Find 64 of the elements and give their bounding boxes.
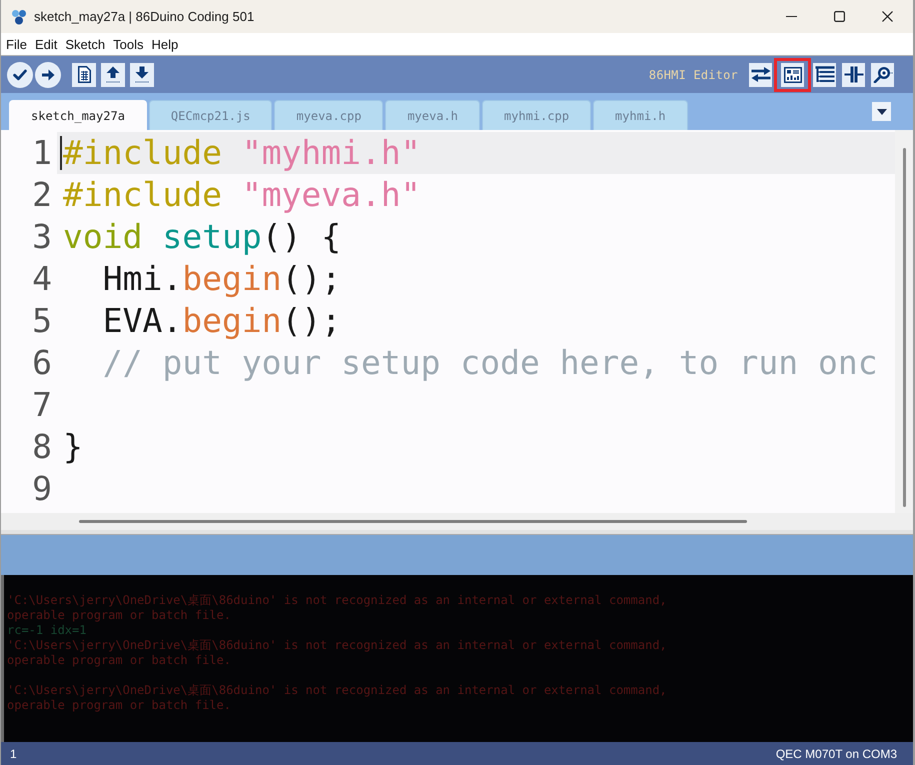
app-logo-icon xyxy=(11,8,27,24)
split-view-button[interactable] xyxy=(842,62,865,86)
split-bars-icon xyxy=(844,66,864,83)
new-sketch-button[interactable] xyxy=(72,62,96,86)
menu-item[interactable]: File xyxy=(4,36,29,52)
console-line: 'C:\Users\jerry\OneDrive\桌面\86duino' is not recognized as an internal or external command, xyxy=(7,593,668,608)
scrollbar-thumb[interactable] xyxy=(902,148,906,507)
save-button[interactable] xyxy=(130,62,154,86)
line-number: 7 xyxy=(31,384,53,426)
verify-button[interactable] xyxy=(7,62,33,88)
menu-item[interactable]: Sketch xyxy=(63,36,108,52)
console-line: 'C:\Users\jerry\OneDrive\桌面\86duino' is not recognized as an internal or external command, xyxy=(7,683,668,698)
line-number: 5 xyxy=(31,300,53,342)
hmi-editor-button[interactable] xyxy=(781,62,804,86)
line-number: 3 xyxy=(31,216,53,258)
caret-down-icon xyxy=(876,108,886,114)
line-number: 1 xyxy=(31,132,53,174)
line-number: 6 xyxy=(31,342,53,384)
tab-menu-button[interactable] xyxy=(872,102,891,121)
arrow-down-icon xyxy=(135,66,149,83)
text-cursor xyxy=(60,136,62,170)
arrow-right-icon xyxy=(41,68,55,80)
upload-button[interactable] xyxy=(35,62,61,88)
console-line: operable program or batch file. xyxy=(7,653,232,668)
check-icon xyxy=(13,68,27,80)
close-icon xyxy=(882,11,892,22)
file-tab[interactable]: sketch_may27a xyxy=(9,100,147,130)
horizontal-scrollbar[interactable] xyxy=(1,513,913,530)
window-layout-icon xyxy=(784,66,802,82)
code-line: void setup() { xyxy=(63,216,342,258)
maximize-icon xyxy=(834,11,844,22)
code-line: #include "myhmi.h" xyxy=(63,132,421,174)
console-line: operable program or batch file. xyxy=(7,608,232,623)
open-button[interactable] xyxy=(101,62,125,86)
serial-monitor-button[interactable] xyxy=(871,62,894,86)
minimize-icon xyxy=(786,16,796,17)
console-line: rc=-1 idx=1 xyxy=(7,623,88,638)
arrow-up-icon xyxy=(106,66,120,83)
vertical-scrollbar[interactable] xyxy=(895,130,913,513)
scrollbar-thumb[interactable] xyxy=(79,520,747,523)
code-line: } xyxy=(63,426,83,468)
line-number: 8 xyxy=(31,426,53,468)
console-line: operable program or batch file. xyxy=(7,698,232,713)
outline-button[interactable] xyxy=(813,62,836,86)
swap-arrows-icon xyxy=(750,67,770,82)
board-port-label: QEC M070T on COM3 xyxy=(776,746,897,760)
magnifier-icon xyxy=(872,66,892,83)
document-icon xyxy=(78,66,90,83)
line-indicator: 1 xyxy=(10,746,17,760)
code-line: // put your setup code here, to run onc xyxy=(102,342,878,384)
window-title: sketch_may27a | 86Duino Coding 501 xyxy=(34,9,254,24)
line-number: 2 xyxy=(31,174,53,216)
code-line: #include "myeva.h" xyxy=(63,174,421,216)
menu-item[interactable]: Edit xyxy=(32,36,60,52)
console-line: 'C:\Users\jerry\OneDrive\桌面\86duino' is not recognized as an internal or external command, xyxy=(7,638,668,653)
code-line: Hmi.begin(); xyxy=(102,258,342,300)
menu-item[interactable]: Help xyxy=(149,36,180,52)
menu-item[interactable]: Tools xyxy=(111,36,146,52)
tooltip-label: 86HMI Editor xyxy=(648,68,738,82)
code-line: EVA.begin(); xyxy=(102,300,342,342)
line-number: 9 xyxy=(31,468,53,510)
outline-list-icon xyxy=(814,66,834,83)
line-number: 4 xyxy=(31,258,53,300)
switch-button[interactable] xyxy=(749,62,772,86)
